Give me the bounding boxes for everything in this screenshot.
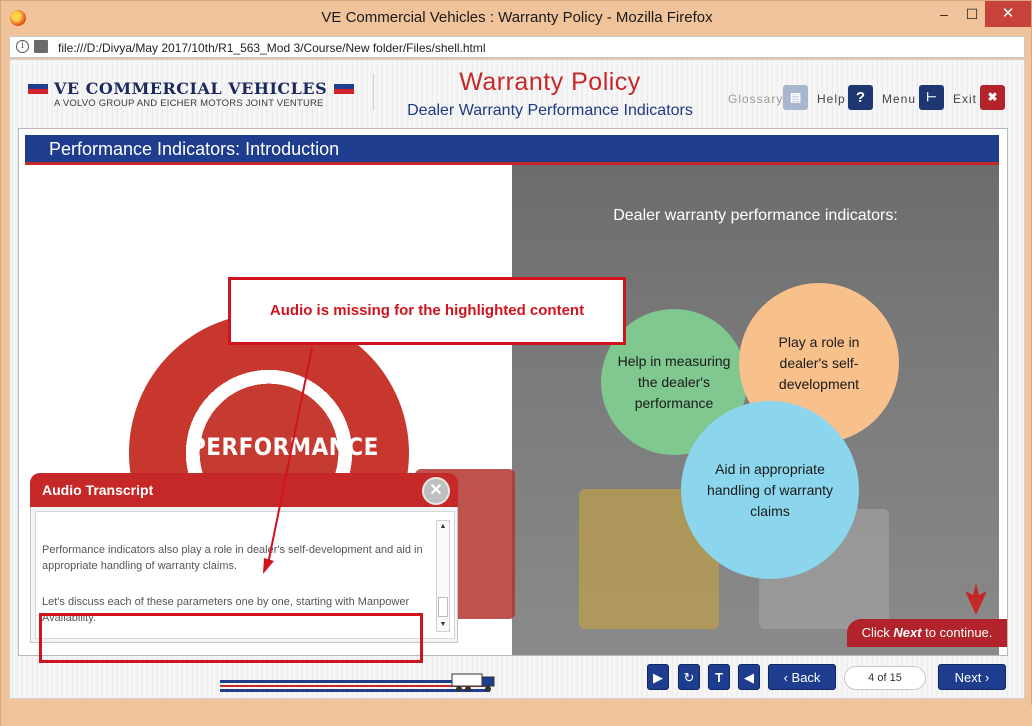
progress-truck-icon <box>451 673 495 692</box>
page-icon <box>34 40 48 53</box>
transcript-button[interactable]: T <box>708 664 730 690</box>
header-divider <box>373 74 374 110</box>
course-shell: VE COMMERCIAL VEHICLES A VOLVO GROUP AND… <box>9 59 1025 699</box>
glossary-button[interactable]: ▤ <box>783 85 808 110</box>
transcript-body: Performance indicators also play a role … <box>30 507 458 663</box>
browser-window: VE Commercial Vehicles : Warranty Policy… <box>0 0 1032 726</box>
scroll-down-icon[interactable]: ▼ <box>437 619 449 631</box>
page-indicator: 4 of 15 <box>844 666 926 690</box>
audio-transcript-panel: Audio Transcript ✕ Performance indicator… <box>30 473 458 663</box>
window-bottom-border <box>1 705 1032 726</box>
title-bar: VE Commercial Vehicles : Warranty Policy… <box>1 1 1032 35</box>
callout-pointer-arrow-icon <box>263 347 313 574</box>
maximize-button[interactable]: ☐ <box>959 1 985 27</box>
transcript-paragraph: Performance indicators also play a role … <box>42 544 423 572</box>
indicator-label: Help in measuring the dealer's performan… <box>617 352 731 411</box>
continue-next-word: Next <box>893 625 922 640</box>
minimize-button[interactable]: – <box>929 1 959 27</box>
url-text[interactable]: file:///D:/Divya/May 2017/10th/R1_563_Mo… <box>58 41 486 55</box>
info-icon[interactable]: i <box>16 40 29 53</box>
course-subtitle: Dealer Warranty Performance Indicators <box>407 102 693 119</box>
brand-name: VE COMMERCIAL VEHICLES <box>54 79 328 98</box>
help-button[interactable]: ? <box>848 85 873 110</box>
help-label[interactable]: Help <box>817 86 846 112</box>
review-callout: Audio is missing for the highlighted con… <box>228 277 626 345</box>
continue-prompt: Click Next to continue. <box>847 619 1007 647</box>
glossary-label[interactable]: Glossary <box>728 86 783 112</box>
transcript-title: Audio Transcript <box>42 482 154 498</box>
scroll-thumb[interactable] <box>438 597 448 617</box>
indicator-label: Play a role in dealer's self-development <box>778 333 860 392</box>
indicator-label: Aid in appropriate handling of warranty … <box>706 460 834 519</box>
highlight-box <box>39 613 423 663</box>
next-button[interactable]: Next › <box>938 664 1006 690</box>
book-icon: ▤ <box>789 90 802 104</box>
slide-title: Performance Indicators: Introduction <box>49 139 340 159</box>
down-arrow-icon <box>965 583 987 615</box>
flag-right-icon <box>334 84 354 94</box>
continue-prefix: Click <box>861 625 894 640</box>
brand-tagline: A VOLVO GROUP AND EICHER MOTORS JOINT VE… <box>54 98 324 109</box>
transcript-scrollbar[interactable]: ▲ ▼ <box>436 520 450 632</box>
flag-left-icon <box>28 84 48 94</box>
menu-label[interactable]: Menu <box>882 86 916 112</box>
window-title: VE Commercial Vehicles : Warranty Policy… <box>321 9 713 26</box>
exit-label[interactable]: Exit <box>953 86 977 112</box>
course-title: Warranty Policy <box>459 68 641 96</box>
back-button[interactable]: ‹ Back <box>768 664 836 690</box>
callout-text: Audio is missing for the highlighted con… <box>269 302 585 319</box>
close-window-button[interactable]: ✕ <box>985 1 1031 27</box>
slide-header: Performance Indicators: Introduction <box>25 135 999 165</box>
audio-button[interactable]: ◀ <box>738 664 760 690</box>
transcript-header: Audio Transcript ✕ <box>30 473 458 507</box>
transcript-close-button[interactable]: ✕ <box>422 477 450 505</box>
continue-suffix: to continue. <box>921 625 993 640</box>
brand-logo: VE COMMERCIAL VEHICLES A VOLVO GROUP AND… <box>28 78 358 110</box>
exit-button[interactable]: ✖ <box>980 85 1005 110</box>
tree-menu-icon: ⊢ <box>926 90 937 104</box>
address-bar[interactable]: i file:///D:/Divya/May 2017/10th/R1_563_… <box>9 36 1025 58</box>
scroll-up-icon[interactable]: ▲ <box>437 521 449 533</box>
indicators-heading: Dealer warranty performance indicators: <box>613 207 898 224</box>
indicator-circle-warranty-claims: Aid in appropriate handling of warranty … <box>681 401 859 579</box>
play-button[interactable]: ▶ <box>647 664 669 690</box>
menu-button[interactable]: ⊢ <box>919 85 944 110</box>
replay-button[interactable]: ↻ <box>678 664 700 690</box>
